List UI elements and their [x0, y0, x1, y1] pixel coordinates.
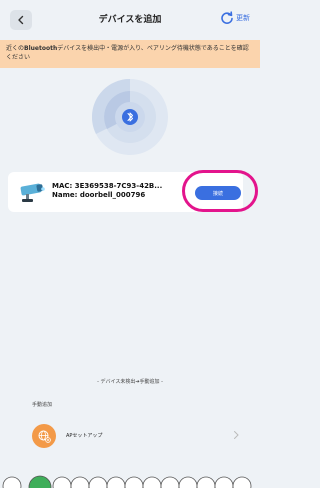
- scan-radar: [91, 78, 169, 156]
- scan-banner: 近くのBluetoothデバイスを検出中・電源が入り、ペアリング待機状態であるこ…: [0, 40, 260, 68]
- camera-icon: [20, 183, 45, 202]
- globe-add-icon: [32, 424, 56, 448]
- device-info: MAC: 3E369538-7C93-42B... Name: doorbell…: [52, 182, 162, 200]
- header: デバイスを追加 更新: [0, 0, 260, 40]
- not-found-hint: - デバイス未検出➔手動追加 -: [97, 379, 163, 385]
- ap-setup-item[interactable]: APセットアップ: [18, 418, 252, 454]
- device-name: Name: doorbell_000796: [52, 191, 146, 199]
- refresh-label: 更新: [236, 14, 250, 22]
- banner-bluetooth: Bluetooth: [24, 45, 58, 52]
- chevron-right-icon: [234, 431, 239, 439]
- device-mac: MAC: 3E369538-7C93-42B...: [52, 182, 163, 190]
- refresh-icon: [221, 11, 233, 24]
- highlight-ring: [182, 170, 258, 212]
- ap-setup-label: APセットアップ: [66, 433, 103, 439]
- refresh-button[interactable]: 更新: [220, 11, 250, 25]
- bottom-edge-decoration: [2, 475, 252, 488]
- manual-add-title: 手動追加: [32, 402, 53, 408]
- banner-prefix: 近くの: [6, 45, 25, 52]
